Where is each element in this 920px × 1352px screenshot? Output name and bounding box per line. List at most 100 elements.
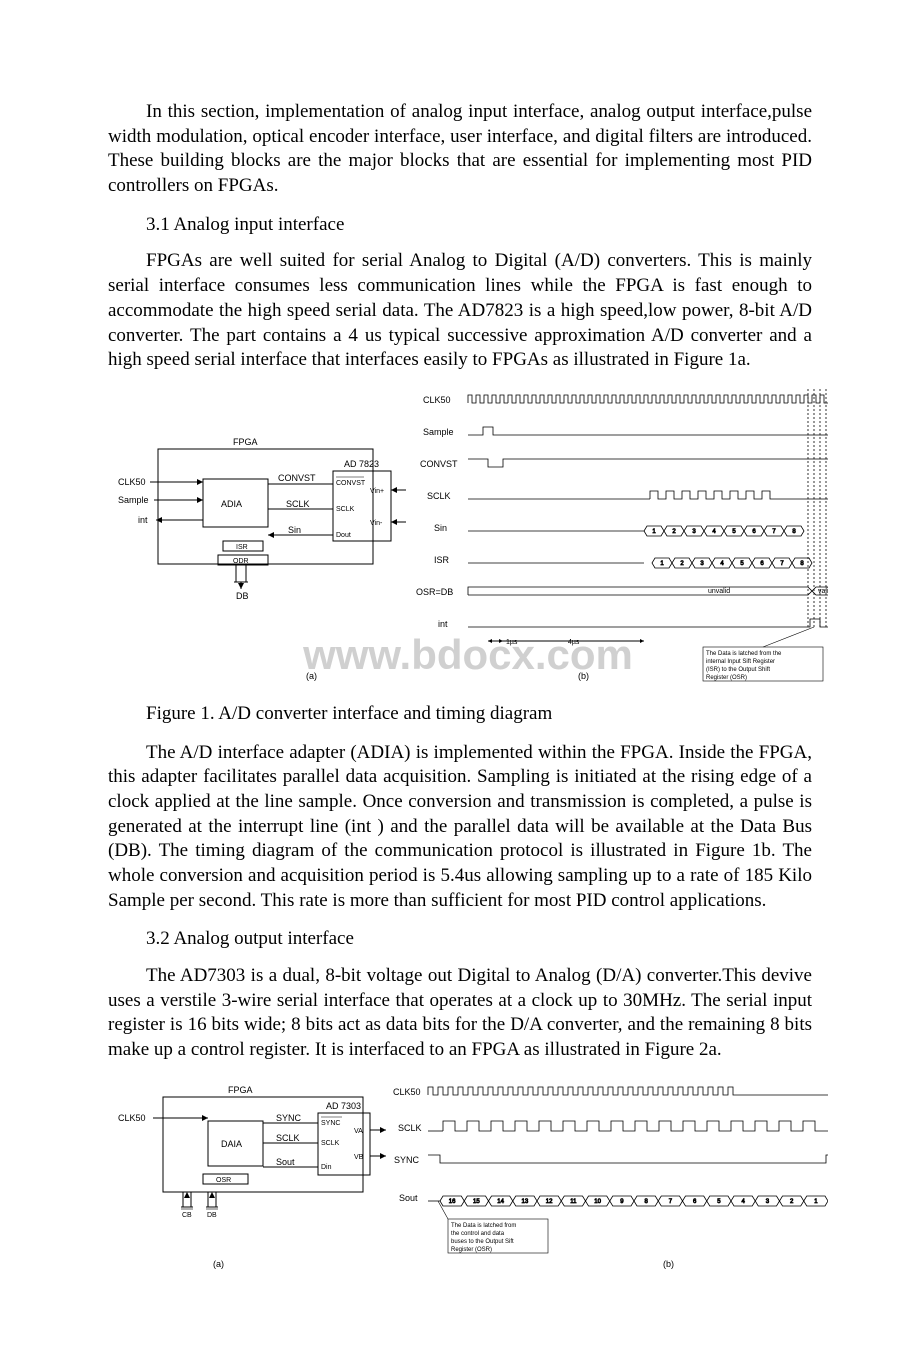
t-sample: Sample [423,427,454,437]
svg-text:5: 5 [717,1199,721,1205]
label-fpga: FPGA [233,437,258,447]
t-osrdb: OSR=DB [416,587,453,597]
para-3-1b: The A/D interface adapter (ADIA) is impl… [108,741,812,914]
svg-text:7: 7 [780,561,784,567]
svg-text:8: 8 [644,1199,648,1205]
label2-clk50: CLK50 [118,1113,146,1123]
svg-text:Din: Din [321,1164,332,1171]
svg-text:internal Input Sift Register: internal Input Sift Register [706,659,775,665]
t-sclk: SCLK [427,491,451,501]
label-sclk-ad: SCLK [336,506,355,513]
svg-text:(b): (b) [663,1259,674,1269]
svg-text:3: 3 [700,561,704,567]
heading-3-1: 3.1 Analog input interface [108,213,812,238]
t-clk50: CLK50 [423,395,451,405]
label2-ad7303: AD 7303 [326,1101,361,1111]
svg-text:11: 11 [570,1199,577,1205]
label-sclk: SCLK [286,499,310,509]
label2-daia: DAIA [221,1139,242,1149]
label-vinm: Vin- [370,520,383,527]
label-convst-bar: CONVST [336,480,366,487]
svg-text:The Data is latched from: The Data is latched from [451,1223,516,1229]
svg-text:SYNC: SYNC [276,1113,302,1123]
svg-text:SYNC: SYNC [394,1155,420,1165]
label-1us: 1µs [506,639,518,646]
svg-text:(a): (a) [213,1259,224,1269]
svg-text:2: 2 [790,1199,794,1205]
t-isr: ISR [434,555,450,565]
label-sin: Sin [288,525,301,535]
svg-text:6: 6 [693,1199,697,1205]
t-sin: Sin [434,523,447,533]
label-sample-a: Sample [118,495,149,505]
svg-text:CB: CB [182,1212,192,1219]
svg-text:16: 16 [449,1199,456,1205]
svg-text:DB: DB [207,1212,217,1219]
label-vinp: Vin+ [370,488,384,495]
fig2-block-diagram: FPGA DAIA AD 7303 SYNC SCLK Din VA VB CL… [118,1085,386,1269]
svg-text:Register (OSR): Register (OSR) [706,675,747,681]
svg-text:VB: VB [354,1154,364,1161]
svg-text:4: 4 [720,561,724,567]
svg-text:15: 15 [473,1199,480,1205]
svg-text:2: 2 [672,529,676,535]
svg-text:14: 14 [497,1199,504,1205]
label-valid: valid [818,588,828,595]
label-int-a: int [138,515,148,525]
heading-3-2: 3.2 Analog output interface [108,927,812,952]
label-db: DB [236,591,249,601]
svg-text:3: 3 [766,1199,770,1205]
svg-text:The Data is latched from the: The Data is latched from the [706,651,782,657]
label-unvalid: unvalid [708,588,730,595]
svg-text:buses to the Output Sift: buses to the Output Sift [451,1239,514,1245]
svg-text:5: 5 [740,561,744,567]
svg-text:Sout: Sout [399,1193,418,1203]
svg-text:1: 1 [652,529,656,535]
svg-text:5: 5 [732,529,736,535]
label-convst: CONVST [278,473,316,483]
figure-1: www.bdocx.com FPGA ADIA AD 7823 CONVST S… [108,389,812,684]
svg-text:(ISR) to the Output Shift: (ISR) to the Output Shift [706,667,770,673]
svg-text:2: 2 [680,561,684,567]
svg-text:SCLK: SCLK [276,1133,300,1143]
svg-text:9: 9 [620,1199,624,1205]
label-odr-box: ODR [233,558,249,565]
para-3-2: The AD7303 is a dual, 8-bit voltage out … [108,964,812,1063]
svg-text:7: 7 [669,1199,673,1205]
svg-text:OSR: OSR [216,1177,231,1184]
svg-text:3: 3 [692,529,696,535]
svg-text:SYNC: SYNC [321,1120,340,1127]
svg-text:6: 6 [752,529,756,535]
svg-text:Sout: Sout [276,1157,295,1167]
svg-text:1: 1 [660,561,664,567]
label2-fpga: FPGA [228,1085,253,1095]
label-clk50-a: CLK50 [118,477,146,487]
label-adia: ADIA [221,499,242,509]
label-ad7823: AD 7823 [344,459,379,469]
svg-text:8: 8 [800,561,804,567]
label-4us: 4µs [568,639,580,646]
svg-text:7: 7 [772,529,776,535]
t-int: int [438,619,448,629]
svg-text:13: 13 [522,1199,529,1205]
svg-text:6: 6 [760,561,764,567]
label-isr-box: ISR [236,544,248,551]
svg-text:12: 12 [546,1199,553,1205]
svg-text:SCLK: SCLK [321,1140,340,1147]
svg-text:CLK50: CLK50 [393,1087,421,1097]
fig2-timing-diagram: CLK50 SCLK SYNC Sout 1615141312111098765… [393,1087,828,1269]
para-3-1: FPGAs are well suited for serial Analog … [108,249,812,372]
label-dout: Dout [336,532,351,539]
figure-2: FPGA DAIA AD 7303 SYNC SCLK Din VA VB CL… [108,1079,812,1274]
svg-text:Register (OSR): Register (OSR) [451,1247,492,1253]
svg-text:4: 4 [712,529,716,535]
svg-text:VA: VA [354,1128,363,1135]
svg-text:1: 1 [814,1199,818,1205]
label-a: (a) [306,671,317,681]
svg-text:SCLK: SCLK [398,1123,422,1133]
svg-text:the control and data: the control and data [451,1231,505,1237]
svg-text:10: 10 [594,1199,601,1205]
t-convst: CONVST [420,459,458,469]
figure-1-caption: Figure 1. A/D converter interface and ti… [108,702,812,727]
label-b: (b) [578,671,589,681]
